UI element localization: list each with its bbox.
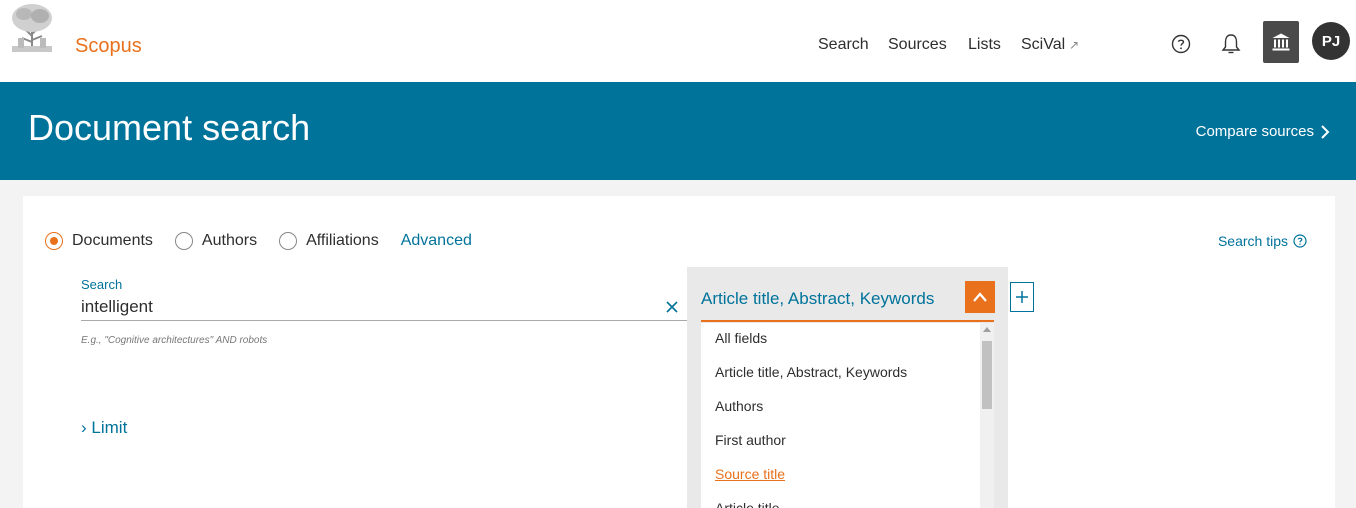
dropdown-option[interactable]: Authors	[701, 391, 980, 425]
search-hint: E.g., "Cognitive architectures" AND robo…	[81, 335, 268, 346]
scrollbar-thumb[interactable]	[982, 341, 992, 409]
search-card: Documents Authors Affiliations Advanced …	[23, 196, 1335, 508]
search-tips-link[interactable]: Search tips	[1218, 233, 1307, 249]
dropdown-scrollbar[interactable]	[980, 323, 994, 508]
dropdown-option[interactable]: Article title, Abstract, Keywords	[701, 357, 980, 391]
avatar[interactable]: PJ	[1312, 22, 1350, 60]
add-search-field-button[interactable]	[1010, 282, 1034, 312]
chevron-up-icon	[973, 292, 987, 302]
elsevier-tree-logo[interactable]	[8, 2, 56, 54]
brand-name[interactable]: Scopus	[75, 33, 142, 59]
search-input-underline	[81, 320, 693, 321]
close-icon[interactable]	[665, 300, 679, 314]
compare-sources-label: Compare sources	[1195, 123, 1314, 140]
dropdown-toggle-button[interactable]	[965, 281, 995, 313]
search-tips-label: Search tips	[1217, 233, 1288, 249]
chevron-right-icon: ›	[81, 418, 87, 437]
nav-scival-label: SciVal	[1021, 36, 1066, 53]
radio-label: Authors	[201, 232, 258, 249]
radio-label: Documents	[72, 232, 153, 249]
radio-authors[interactable]: Authors	[174, 232, 258, 250]
nav-sources[interactable]: Sources	[888, 34, 947, 56]
limit-label: Limit	[91, 418, 128, 437]
nav-search[interactable]: Search	[818, 34, 869, 56]
advanced-search-link[interactable]: Advanced	[401, 232, 472, 250]
institution-button[interactable]	[1263, 21, 1299, 63]
page-banner: Document search Compare sources	[0, 82, 1356, 180]
compare-sources-link[interactable]: Compare sources	[1196, 122, 1330, 142]
top-header: Scopus Search Sources Lists SciVal ↗ PJ	[0, 0, 1356, 82]
dropdown-selected-value[interactable]: Article title, Abstract, Keywords	[701, 289, 934, 309]
nav-scival[interactable]: SciVal ↗	[1021, 34, 1079, 56]
radio-label: Affiliations	[306, 232, 379, 249]
scroll-up-arrow-icon[interactable]	[983, 327, 991, 332]
radio-documents[interactable]: Documents	[45, 232, 153, 250]
radio-button	[45, 232, 63, 250]
dropdown-option[interactable]: All fields	[701, 323, 980, 357]
dropdown-options-list: All fields Article title, Abstract, Keyw…	[701, 323, 980, 508]
page-title: Document search	[28, 107, 311, 148]
radio-affiliations[interactable]: Affiliations	[279, 232, 379, 250]
nav-lists[interactable]: Lists	[968, 34, 1001, 56]
external-link-icon: ↗	[1069, 38, 1080, 52]
radio-button	[279, 232, 298, 250]
dropdown-underline	[701, 320, 994, 322]
help-icon	[1293, 234, 1307, 248]
bell-icon[interactable]	[1220, 32, 1242, 56]
dropdown-option[interactable]: Article title	[701, 493, 980, 508]
limit-toggle[interactable]: › Limit	[81, 418, 127, 438]
plus-icon	[1016, 291, 1028, 303]
search-input[interactable]: intelligent	[81, 297, 153, 317]
help-icon[interactable]	[1171, 34, 1191, 54]
chevron-right-icon	[1321, 125, 1330, 139]
institution-icon	[1272, 33, 1290, 51]
search-field-label: Search	[81, 277, 123, 292]
radio-button	[174, 232, 193, 250]
dropdown-option-highlighted[interactable]: Source title	[701, 459, 980, 493]
search-field-dropdown[interactable]: Article title, Abstract, Keywords All fi…	[687, 267, 1008, 508]
dropdown-option[interactable]: First author	[701, 425, 980, 459]
search-type-group: Documents Authors Affiliations Advanced	[45, 229, 472, 253]
